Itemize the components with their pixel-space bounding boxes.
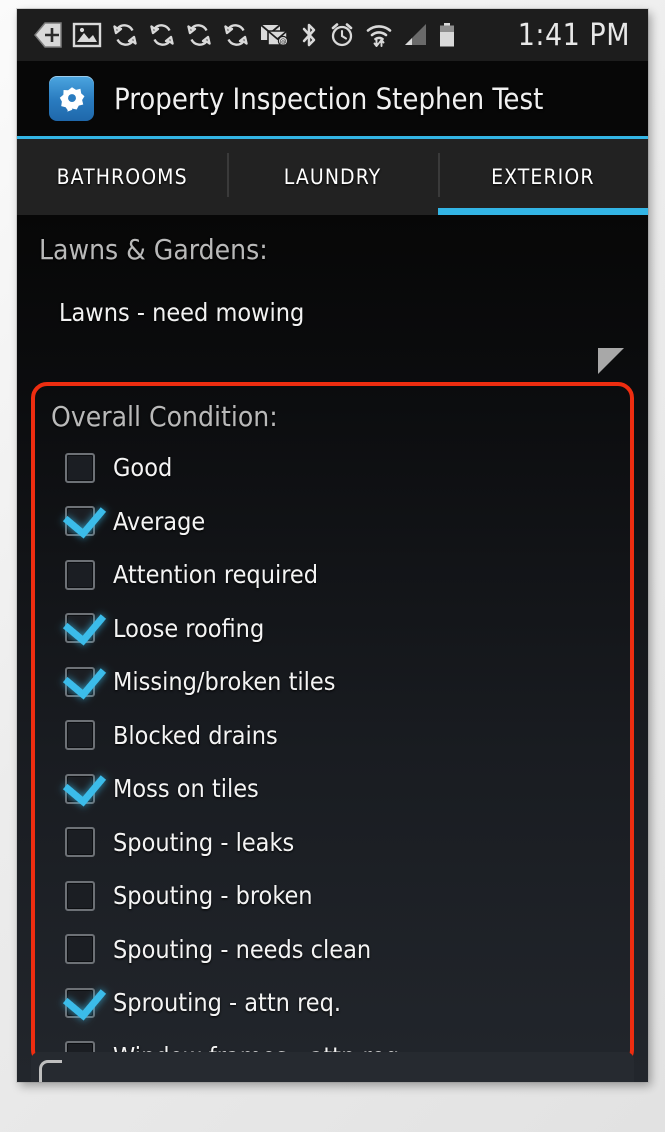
tab-indicator <box>227 208 437 215</box>
lawns-notes-textarea[interactable]: Lawns - need mowing <box>39 298 626 374</box>
tab-label: BATHROOMS <box>56 165 188 189</box>
checkbox-average[interactable] <box>65 506 95 537</box>
checkbox-attention-required[interactable] <box>65 559 95 590</box>
tab-indicator-active <box>437 208 648 215</box>
checkbox-label: Sprouting - attn req. <box>113 988 342 1018</box>
sync-icon <box>187 24 211 46</box>
checkbox-row-spouting-leaks[interactable]: Spouting - leaks <box>51 816 614 870</box>
status-bar-clock: 1:41 PM <box>517 17 630 53</box>
checkbox-label: Average <box>113 506 206 536</box>
checkbox-row-loose-roofing[interactable]: Loose roofing <box>51 602 614 656</box>
checkbox-spouting-leaks[interactable] <box>65 827 95 858</box>
sync-icon <box>113 24 137 46</box>
checkbox-label: Blocked drains <box>113 720 278 750</box>
checkbox-label: Spouting - needs clean <box>113 934 372 964</box>
battery-icon <box>440 23 454 47</box>
sync-icon <box>150 24 174 46</box>
checkbox-label: Moss on tiles <box>113 774 259 804</box>
checkbox-moss-on-tiles[interactable] <box>65 773 95 804</box>
tab-label: LAUNDRY <box>283 165 382 189</box>
app-header: Property Inspection Stephen Test <box>17 61 648 139</box>
checkbox-row-missing-broken-tiles[interactable]: Missing/broken tiles <box>51 655 614 709</box>
tab-laundry[interactable]: LAUNDRY <box>227 139 437 215</box>
lawns-section-title: Lawns & Gardens: <box>39 233 268 266</box>
form-content[interactable]: Lawns & Gardens: Lawns - need mowing Ove… <box>17 215 648 1082</box>
checkbox-label: Loose roofing <box>113 613 265 643</box>
condition-section-title: Overall Condition: <box>51 400 278 433</box>
image-icon <box>72 22 102 48</box>
checkbox-sprouting-attn-req[interactable] <box>65 987 95 1018</box>
overall-condition-panel: Overall Condition: Good Average Attentio… <box>31 382 634 1066</box>
back-add-icon <box>34 22 62 48</box>
sync-icon <box>224 24 248 46</box>
checkbox-row-spouting-broken[interactable]: Spouting - broken <box>51 869 614 923</box>
lawns-and-gardens-section: Lawns & Gardens: Lawns - need mowing <box>31 215 634 374</box>
checkbox-row-average[interactable]: Average <box>51 495 614 549</box>
checkbox-label: Spouting - broken <box>113 881 313 911</box>
tab-label: EXTERIOR <box>491 165 595 189</box>
checkbox-loose-roofing[interactable] <box>65 613 95 644</box>
checkbox-label: Spouting - leaks <box>113 827 295 857</box>
page-title: Property Inspection Stephen Test <box>114 81 544 116</box>
checkbox-row-good[interactable]: Good <box>51 441 614 495</box>
device-screen: @ 1:41 PM Property Inspection Stephen Te… <box>17 9 648 1082</box>
checkbox-row-attention-required[interactable]: Attention required <box>51 548 614 602</box>
email-icon: @ <box>260 24 289 47</box>
status-bar: @ 1:41 PM <box>17 9 648 61</box>
checkbox-label: Attention required <box>113 560 319 590</box>
signal-icon <box>405 24 426 45</box>
alarm-icon <box>331 23 353 47</box>
next-field-partial[interactable] <box>31 1052 634 1082</box>
checkbox-spouting-needs-clean[interactable] <box>65 934 95 965</box>
lawns-notes-value: Lawns - need mowing <box>59 298 305 327</box>
tab-exterior[interactable]: EXTERIOR <box>437 139 648 215</box>
checkbox-blocked-drains[interactable] <box>65 720 95 751</box>
tab-bathrooms[interactable]: BATHROOMS <box>17 139 227 215</box>
checkbox-good[interactable] <box>65 452 95 483</box>
checkbox-missing-broken-tiles[interactable] <box>65 666 95 697</box>
checkbox-row-moss-on-tiles[interactable]: Moss on tiles <box>51 762 614 816</box>
wifi-icon <box>366 25 392 47</box>
checkbox-row-spouting-needs-clean[interactable]: Spouting - needs clean <box>51 923 614 977</box>
svg-text:@: @ <box>280 38 287 46</box>
resize-handle-icon[interactable] <box>598 348 624 374</box>
tab-bar: BATHROOMS LAUNDRY EXTERIOR <box>17 139 648 215</box>
checkbox-row-blocked-drains[interactable]: Blocked drains <box>51 709 614 763</box>
tab-indicator <box>17 208 227 215</box>
app-gear-icon[interactable] <box>49 76 94 121</box>
checkbox-spouting-broken[interactable] <box>65 880 95 911</box>
checkbox-label: Missing/broken tiles <box>113 667 336 697</box>
checkbox-row-sprouting-attn-req[interactable]: Sprouting - attn req. <box>51 976 614 1030</box>
bluetooth-icon <box>302 23 316 47</box>
checkbox-label: Good <box>113 453 173 483</box>
